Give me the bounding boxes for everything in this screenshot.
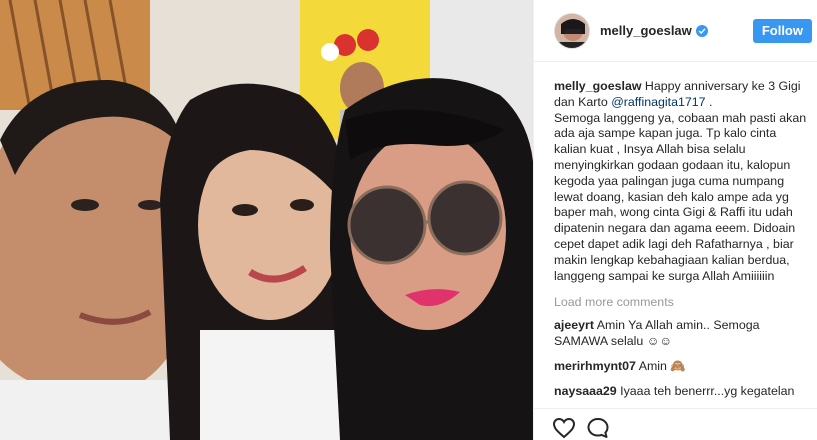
post-caption: melly_goeslaw Happy anniversary ke 3 Gig… bbox=[554, 79, 812, 284]
post-header: melly_goeslaw Follow bbox=[534, 0, 817, 62]
mention-link[interactable]: @raffinagita1717 bbox=[611, 95, 705, 109]
profile-avatar[interactable] bbox=[554, 12, 590, 49]
instagram-post: melly_goeslaw Follow melly_goeslaw Happy… bbox=[0, 0, 817, 440]
speech-bubble-icon[interactable] bbox=[586, 417, 612, 440]
avatar-image bbox=[555, 13, 589, 48]
comment-item: ajeeyrt Amin Ya Allah amin.. Semoga SAMA… bbox=[554, 318, 812, 350]
username-link[interactable]: melly_goeslaw bbox=[600, 23, 692, 38]
verified-badge-icon bbox=[695, 24, 708, 37]
comment-author-link[interactable]: ajeeyrt bbox=[554, 318, 594, 332]
load-more-comments-link[interactable]: Load more comments bbox=[554, 295, 812, 309]
comment-text: Iyaaa teh benerrr...yg kegatelan bbox=[616, 383, 795, 398]
heart-outline-icon[interactable] bbox=[552, 417, 578, 440]
comment-text: Amin 🙈 bbox=[635, 358, 686, 373]
caption-author-link[interactable]: melly_goeslaw bbox=[554, 79, 641, 93]
post-side-panel: melly_goeslaw Follow melly_goeslaw Happy… bbox=[533, 0, 817, 440]
caption-text-end: . bbox=[705, 94, 713, 109]
caption-body: Semoga langgeng ya, cobaan mah pasti aka… bbox=[554, 110, 807, 283]
selfie-photo-illustration bbox=[0, 0, 533, 440]
comment-item: naysaaa29 Iyaaa teh benerrr...yg kegatel… bbox=[554, 384, 812, 400]
comment-author-link[interactable]: naysaaa29 bbox=[554, 384, 617, 398]
comments-list: melly_goeslaw Happy anniversary ke 3 Gig… bbox=[554, 79, 812, 400]
comment-item: merirhmynt07 Amin 🙈 bbox=[554, 359, 812, 375]
follow-button[interactable]: Follow bbox=[752, 19, 812, 43]
comment-author-link[interactable]: merirhmynt07 bbox=[554, 359, 636, 373]
post-photo[interactable] bbox=[0, 0, 533, 440]
post-actions-bar bbox=[534, 408, 817, 440]
